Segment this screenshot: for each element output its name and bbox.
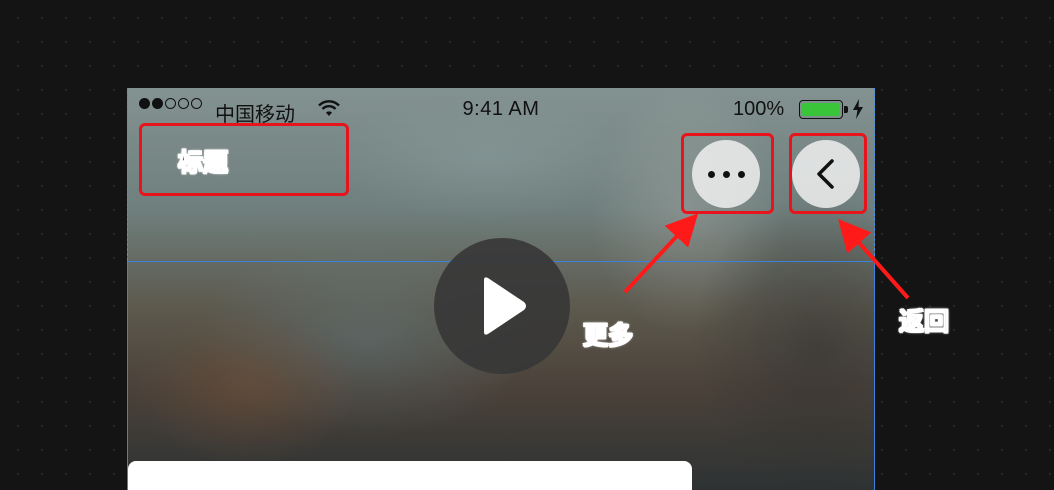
status-bar: 中国移动 9:41 AM 100% <box>127 95 875 126</box>
battery-percent: 100% <box>733 98 785 120</box>
play-icon <box>484 277 526 335</box>
annotation-box-back <box>789 133 867 214</box>
charging-bolt-icon <box>852 99 864 125</box>
annotation-label-more: 更多 <box>582 321 634 351</box>
play-button[interactable] <box>434 238 570 374</box>
content-card <box>128 461 692 490</box>
battery-icon <box>799 100 848 119</box>
annotation-label-title: 标题 <box>177 148 229 178</box>
annotation-label-back: 返回 <box>898 307 950 337</box>
annotation-box-title <box>139 123 349 196</box>
annotation-box-more <box>681 133 774 214</box>
